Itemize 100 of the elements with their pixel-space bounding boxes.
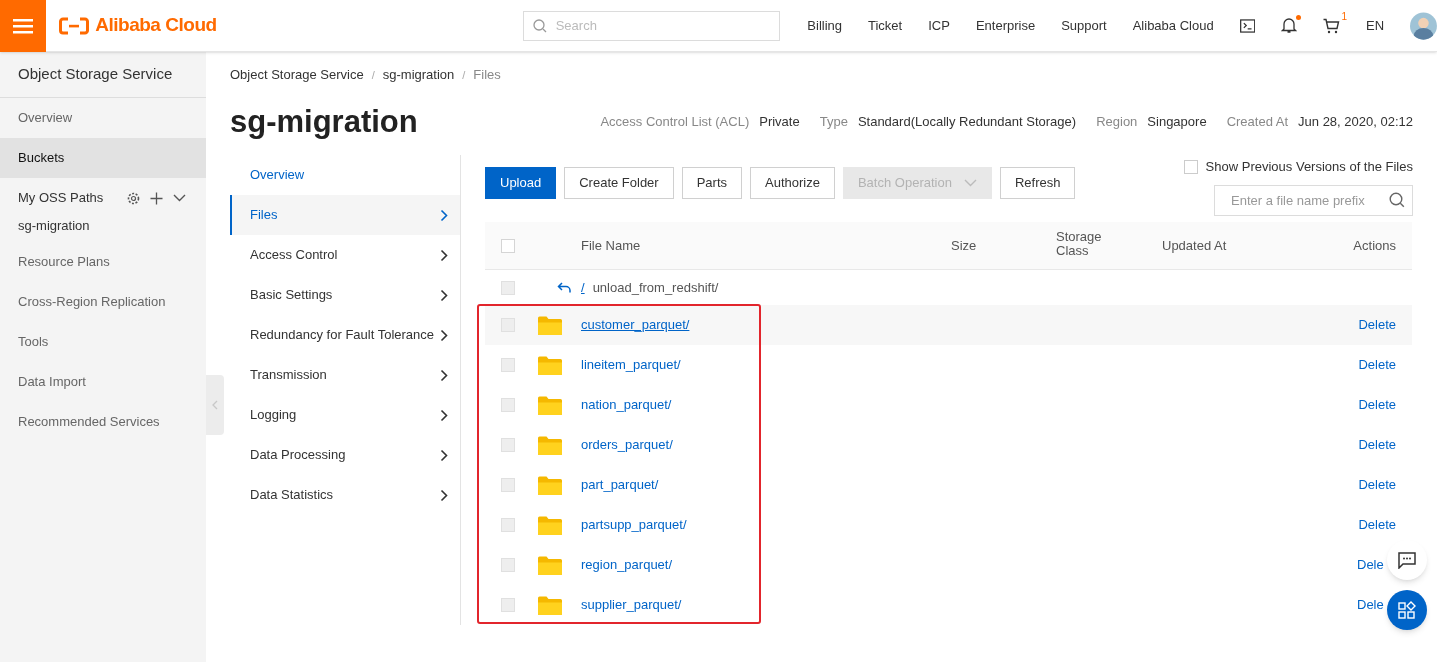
nav-link[interactable]: Enterprise [975, 15, 1036, 36]
nav-link[interactable]: Support [1061, 15, 1107, 36]
menu-item[interactable]: Logging [230, 395, 460, 435]
search-icon [532, 18, 547, 33]
sidebar-item[interactable]: sg-migration [0, 214, 206, 238]
info-value: Standard(Locally Redundant Storage) [857, 113, 1077, 132]
chevron-right-icon [440, 408, 448, 422]
folder-link[interactable]: customer_parquet/ [581, 317, 690, 333]
toolbar-button[interactable]: Create Folder [564, 167, 674, 199]
folder-icon [537, 434, 563, 456]
menu-item[interactable]: Redundancy for Fault Tolerance [230, 315, 460, 355]
toolbar-button[interactable]: Parts [681, 167, 743, 199]
nav-link[interactable]: ICP [928, 15, 950, 36]
delete-link[interactable]: Delete [1358, 477, 1396, 493]
info-label: Access Control List (ACL) [600, 113, 750, 132]
notification-icon[interactable] [1281, 17, 1297, 34]
breadcrumb-separator: / [371, 67, 375, 83]
sidebar-item[interactable]: Data Import [0, 362, 206, 402]
search-field[interactable]: Search [522, 10, 781, 41]
folder-icon [537, 594, 563, 616]
terminal-icon[interactable] [1239, 18, 1255, 33]
chat-button[interactable] [1387, 540, 1427, 580]
delete-link[interactable]: Delete [1358, 517, 1396, 533]
chevron-right-icon [440, 288, 448, 302]
nav-link[interactable]: Billing [807, 15, 842, 36]
nav-link[interactable]: Alibaba Cloud [1132, 15, 1214, 36]
sidebar-title: Object Storage Service [0, 52, 206, 98]
back-icon[interactable] [557, 282, 571, 293]
info-value: Singapore [1147, 113, 1207, 132]
chevron-down-icon[interactable] [173, 194, 186, 202]
menu-item[interactable]: Data Processing [230, 435, 460, 475]
column-header: File Name [581, 238, 641, 253]
menu-item[interactable]: Transmission [230, 355, 460, 395]
delete-link[interactable]: Delete [1358, 397, 1396, 413]
checkbox[interactable] [501, 358, 515, 372]
folder-link[interactable]: region_parquet/ [581, 557, 673, 573]
checkbox[interactable] [501, 398, 515, 412]
delete-link[interactable]: Delete [1358, 437, 1396, 453]
delete-link[interactable]: Dele [1357, 557, 1384, 573]
menu-item[interactable]: Overview [230, 155, 460, 195]
avatar-icon[interactable] [1410, 11, 1437, 40]
folder-link[interactable]: lineitem_parquet/ [581, 357, 681, 373]
column-header: Storage Class [1056, 230, 1103, 259]
chevron-right-icon [440, 208, 448, 222]
delete-link[interactable]: Dele [1357, 597, 1384, 613]
menu-button[interactable] [0, 0, 47, 52]
folder-link[interactable]: supplier_parquet/ [581, 597, 682, 613]
checkbox[interactable] [501, 558, 515, 572]
info-label: Type [819, 113, 848, 132]
language-label[interactable]: EN [1366, 15, 1385, 36]
folder-icon [537, 314, 563, 336]
checkbox[interactable] [501, 598, 515, 612]
add-icon[interactable] [150, 191, 163, 205]
folder-link[interactable]: nation_parquet/ [581, 397, 672, 413]
delete-link[interactable]: Delete [1358, 357, 1396, 373]
toolbar-button[interactable]: Refresh [999, 167, 1076, 199]
column-header: Size [951, 238, 977, 253]
sidebar-item[interactable]: Tools [0, 322, 206, 362]
checkbox[interactable] [501, 280, 515, 295]
collapse-handle[interactable] [206, 375, 224, 435]
folder-icon [537, 474, 563, 496]
folder-link[interactable]: partsupp_parquet/ [581, 517, 687, 533]
menu-icon [13, 17, 34, 34]
toolbar-button[interactable]: Upload [485, 167, 557, 199]
sidebar-item[interactable]: Overview [0, 98, 206, 138]
folder-icon [537, 394, 563, 416]
checkbox-label: Show Previous Versions of the Files [1205, 158, 1413, 176]
menu-item[interactable]: Access Control [230, 235, 460, 275]
logo-icon [59, 16, 90, 35]
info-label: Region [1096, 113, 1138, 132]
cart-icon[interactable] [1323, 17, 1340, 34]
settings-icon[interactable] [127, 191, 140, 205]
chat-icon [1398, 551, 1416, 569]
filter-field[interactable]: Enter a file name prefix [1214, 184, 1413, 216]
menu-item[interactable]: Basic Settings [230, 275, 460, 315]
sidebar-item[interactable]: Recommended Services [0, 402, 206, 442]
chevron-right-icon [440, 368, 448, 382]
breadcrumb-separator: / [462, 67, 466, 83]
checkbox[interactable] [501, 518, 515, 532]
sidebar-item[interactable]: Cross-Region Replication [0, 282, 206, 322]
checkbox[interactable] [501, 238, 515, 253]
menu-item[interactable]: Data Statistics [230, 475, 460, 515]
delete-link[interactable]: Delete [1358, 317, 1396, 333]
sidebar-item[interactable]: Resource Plans [0, 242, 206, 282]
breadcrumb-item[interactable]: Object Storage Service [230, 65, 364, 85]
root-link[interactable]: / [581, 277, 585, 298]
breadcrumb-item[interactable]: sg-migration [382, 65, 455, 85]
chevron-right-icon [440, 248, 448, 262]
folder-link[interactable]: orders_parquet/ [581, 437, 673, 453]
menu-item[interactable]: Files [230, 195, 460, 235]
checkbox[interactable] [501, 438, 515, 452]
folder-icon [537, 354, 563, 376]
checkbox[interactable] [1183, 159, 1198, 174]
folder-link[interactable]: part_parquet/ [581, 477, 659, 493]
checkbox[interactable] [501, 478, 515, 492]
sidebar-item[interactable]: Buckets [0, 138, 206, 178]
bucket-title: sg-migration [230, 102, 418, 141]
nav-link[interactable]: Ticket [868, 15, 903, 36]
toolbar-button[interactable]: Authorize [750, 167, 835, 199]
apps-button[interactable] [1387, 590, 1427, 630]
